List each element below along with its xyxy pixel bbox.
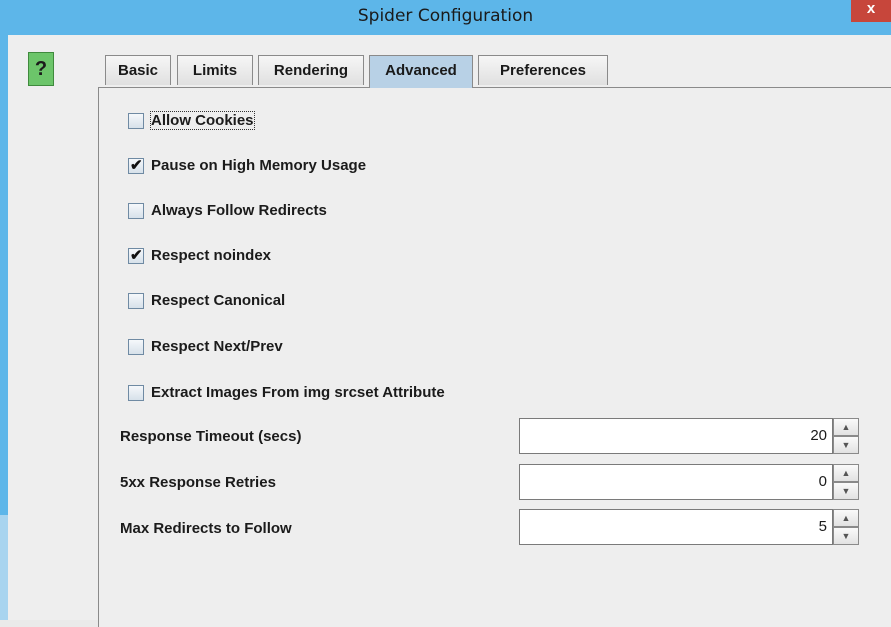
- response-timeout-stepper[interactable]: ▲ ▼: [833, 418, 859, 454]
- tab-label: Limits: [192, 62, 238, 79]
- checkbox-label: Pause on High Memory Usage: [151, 157, 367, 174]
- title-bar: Spider Configuration x: [0, 0, 891, 35]
- response-timeout-input[interactable]: 20: [519, 418, 833, 454]
- checkbox-box[interactable]: [128, 385, 144, 401]
- arrow-up-icon: ▲: [841, 422, 851, 432]
- tab-rendering[interactable]: Rendering: [258, 55, 364, 85]
- tab-label: Preferences: [500, 62, 586, 79]
- checkbox-label: Respect Canonical: [151, 292, 286, 309]
- checkbox-label: Respect noindex: [151, 247, 272, 264]
- help-button[interactable]: ?: [28, 52, 54, 86]
- max-redirects-input[interactable]: 5: [519, 509, 833, 545]
- checkbox-box[interactable]: [128, 113, 144, 129]
- max-redirects-label: Max Redirects to Follow: [120, 520, 292, 537]
- tab-basic[interactable]: Basic: [105, 55, 171, 85]
- arrow-up-icon: ▲: [841, 513, 851, 523]
- close-button[interactable]: x: [851, 0, 891, 22]
- arrow-up-icon: ▲: [841, 468, 851, 478]
- checkbox-label: Respect Next/Prev: [151, 338, 283, 355]
- check-icon: ✔: [130, 157, 143, 174]
- checkbox-box[interactable]: [128, 339, 144, 355]
- response-retries-label: 5xx Response Retries: [120, 474, 276, 491]
- tab-advanced[interactable]: Advanced: [369, 55, 473, 88]
- checkbox-box[interactable]: [128, 293, 144, 309]
- close-icon: x: [866, 0, 876, 17]
- tab-limits[interactable]: Limits: [177, 55, 253, 85]
- window-title: Spider Configuration: [357, 6, 534, 26]
- response-retries-input[interactable]: 0: [519, 464, 833, 500]
- max-redirects-stepper[interactable]: ▲ ▼: [833, 509, 859, 545]
- checkbox-label: Always Follow Redirects: [151, 202, 327, 219]
- decrement-button[interactable]: ▼: [833, 436, 859, 454]
- decrement-button[interactable]: ▼: [833, 527, 859, 545]
- checkbox-box[interactable]: ✔: [128, 247, 144, 264]
- tab-label: Basic: [117, 62, 159, 79]
- help-icon: ?: [34, 58, 48, 80]
- arrow-down-icon: ▼: [841, 440, 851, 450]
- increment-button[interactable]: ▲: [833, 464, 859, 482]
- tab-preferences[interactable]: Preferences: [478, 55, 608, 85]
- arrow-down-icon: ▼: [841, 486, 851, 496]
- check-icon: ✔: [130, 247, 143, 264]
- decrement-button[interactable]: ▼: [833, 482, 859, 500]
- checkbox-label: Extract Images From img srcset Attribute: [151, 384, 445, 401]
- window-frame-left: [0, 35, 8, 620]
- checkbox-label: Allow Cookies: [150, 111, 255, 130]
- tab-label: Rendering: [273, 62, 349, 79]
- checkbox-box[interactable]: [128, 203, 144, 219]
- increment-button[interactable]: ▲: [833, 418, 859, 436]
- arrow-down-icon: ▼: [841, 531, 851, 541]
- response-retries-stepper[interactable]: ▲ ▼: [833, 464, 859, 500]
- increment-button[interactable]: ▲: [833, 509, 859, 527]
- response-timeout-label: Response Timeout (secs): [120, 428, 302, 445]
- tab-label: Advanced: [385, 62, 457, 79]
- checkbox-box[interactable]: ✔: [128, 157, 144, 174]
